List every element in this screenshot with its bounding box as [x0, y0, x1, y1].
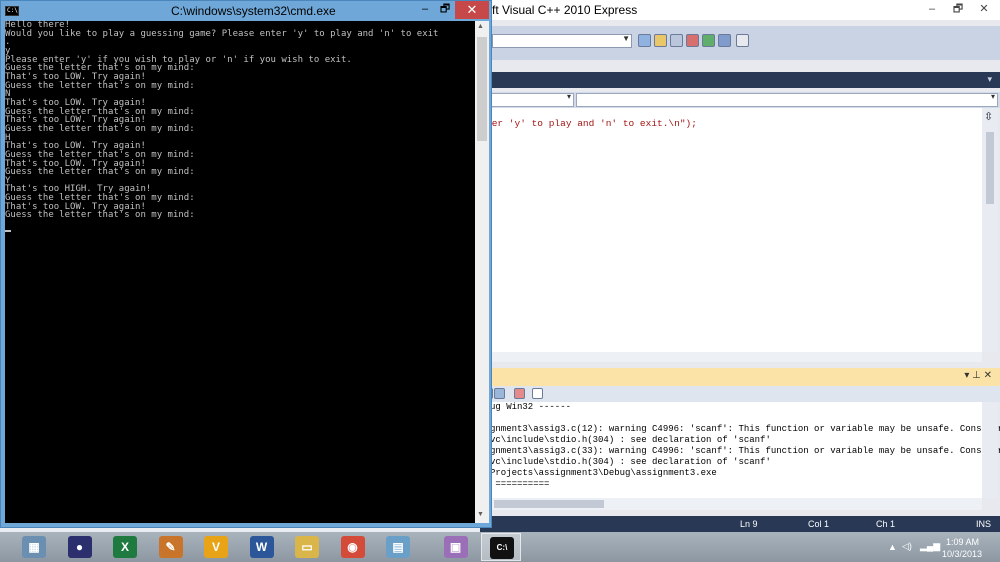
visual-studio-window: ft Visual C++ 2010 Express – 🗗 ✕ ▼ ▾ ▾ ▾… — [480, 0, 1000, 532]
excel-icon: X — [113, 536, 137, 558]
extensions-icon[interactable] — [718, 34, 731, 47]
toolbox-icon[interactable] — [686, 34, 699, 47]
cmd-icon[interactable]: C:\ — [5, 6, 19, 16]
scroll-down-icon[interactable]: ▼ — [477, 511, 484, 518]
volume-icon[interactable]: ◁) — [902, 541, 912, 552]
chevron-down-icon: ▾ — [990, 92, 995, 101]
clear-all-icon[interactable] — [514, 388, 525, 399]
taskbar: ▦ ● X ✎ V W ▭ ◉ ▤ ▣ C:\ ▲ ◁) ▂▄▆ 1:09 AM 10/3/2013 — [0, 532, 1000, 562]
taskbar-button-calculator[interactable]: ▦ — [14, 533, 54, 561]
split-view-icon[interactable]: ⇳ — [984, 110, 993, 123]
taskbar-button-vlc[interactable]: V — [196, 533, 236, 561]
cmd-scrollbar[interactable]: ▲ ▼ — [475, 21, 489, 523]
output-scrollbar[interactable] — [982, 402, 998, 498]
scrollbar-thumb[interactable] — [986, 132, 994, 204]
word-wrap-icon[interactable] — [532, 388, 543, 399]
output-text: ug Win32 ------ gnment3\assig3.c(12): wa… — [490, 402, 1000, 490]
output-horizontal-scrollbar[interactable] — [480, 498, 982, 510]
output-line: ug Win32 ------ — [490, 402, 572, 412]
vs-close-button[interactable]: ✕ — [972, 0, 996, 20]
taskbar-button-media-player[interactable]: ● — [60, 533, 100, 561]
editor-scrollbar[interactable] — [982, 108, 998, 352]
scope-dropdown[interactable]: ▾ — [480, 92, 574, 107]
code-line: ter 'y' to play and 'n' to exit.\n"); — [486, 118, 697, 129]
vs-minimize-button[interactable]: – — [920, 0, 944, 20]
find-icon[interactable] — [638, 34, 651, 47]
cmd-title-bar[interactable]: C:\ C:\windows\system32\cmd.exe – 🗗 ✕ — [1, 1, 491, 21]
network-icon[interactable]: ▂▄▆ — [920, 541, 940, 552]
vs-title-bar[interactable]: ft Visual C++ 2010 Express – 🗗 ✕ — [480, 0, 1000, 20]
word-icon: W — [249, 536, 274, 558]
output-panel-header: ▾ ⊥ ✕ — [480, 368, 1000, 386]
vs-restore-button[interactable]: 🗗 — [946, 0, 970, 20]
visual-studio-icon: ▣ — [443, 536, 468, 558]
vlc-icon: V — [204, 536, 228, 558]
properties-icon[interactable] — [670, 34, 683, 47]
show-hidden-icons-icon[interactable]: ▲ — [888, 542, 897, 552]
taskbar-button-excel[interactable]: X — [105, 533, 145, 561]
solution-explorer-icon[interactable] — [654, 34, 667, 47]
vs-status-bar: Ln 9 Col 1 Ch 1 INS — [480, 516, 1000, 532]
output-line: gnment3\assig3.c(33): warning C4996: 'sc… — [490, 446, 1000, 456]
output-line: vc\include\stdio.h(304) : see declaratio… — [490, 435, 771, 445]
chrome-icon: ◉ — [340, 536, 365, 558]
vs-window-title: ft Visual C++ 2010 Express — [492, 3, 638, 17]
output-toolbar — [480, 386, 1000, 402]
output-line: gnment3\assig3.c(12): warning C4996: 'sc… — [490, 424, 1000, 434]
solution-config-dropdown[interactable]: ▼ — [492, 34, 632, 48]
clock-time[interactable]: 1:09 AM — [946, 537, 979, 547]
start-page-icon[interactable] — [702, 34, 715, 47]
taskbar-button-notepad[interactable]: ▤ — [378, 533, 418, 561]
cmd-icon: C:\ — [490, 537, 514, 559]
cmd-restore-button[interactable]: 🗗 — [435, 1, 455, 19]
output-line: Projects\assignment3\Debug\assignment3.e… — [490, 468, 717, 478]
console-output: Hello there! Would you like to play a gu… — [5, 20, 439, 221]
status-insert-mode: INS — [976, 519, 992, 529]
cmd-close-button[interactable]: ✕ — [455, 1, 489, 19]
scrollbar-thumb[interactable] — [477, 37, 487, 141]
editor-horizontal-scrollbar[interactable] — [480, 352, 982, 362]
output-line: vc\include\stdio.h(304) : see declaratio… — [490, 457, 771, 467]
text-cursor — [5, 230, 11, 232]
cmd-minimize-button[interactable]: – — [415, 1, 435, 19]
console-area[interactable]: Hello there! Would you like to play a gu… — [5, 20, 475, 523]
member-dropdown[interactable]: ▾ — [576, 92, 998, 107]
chevron-down-icon: ▼ — [622, 34, 630, 43]
status-column: Col 1 — [808, 519, 830, 529]
taskbar-button-chrome[interactable]: ◉ — [333, 533, 373, 561]
status-line: Ln 9 — [740, 519, 758, 529]
vs-document-tabs: ▾ — [480, 72, 1000, 88]
vs-toolbar: ▼ — [480, 26, 1000, 60]
taskbar-button-word[interactable]: W — [242, 533, 282, 561]
pin-close-icon[interactable]: ▾ ⊥ ✕ — [964, 370, 992, 381]
file-explorer-icon: ▭ — [295, 536, 319, 558]
clock-date[interactable]: 10/3/2013 — [942, 549, 982, 559]
calculator-icon: ▦ — [22, 536, 46, 558]
output-line: ========== — [490, 479, 550, 489]
tab-dropdown-icon[interactable]: ▾ — [987, 74, 992, 85]
status-char: Ch 1 — [876, 519, 896, 529]
taskbar-button-paint[interactable]: ✎ — [151, 533, 191, 561]
cmd-window: C:\ C:\windows\system32\cmd.exe – 🗗 ✕ He… — [0, 0, 492, 528]
taskbar-button-visual-studio[interactable]: ▣ — [436, 533, 476, 561]
system-tray: ▲ ◁) ▂▄▆ 1:09 AM 10/3/2013 — [884, 532, 1000, 562]
vs-navigation-bar: ▾ ▾ — [480, 92, 1000, 108]
cmd-window-title: C:\windows\system32\cmd.exe — [171, 4, 336, 18]
notepad-icon: ▤ — [386, 536, 410, 558]
taskbar-button-file-explorer[interactable]: ▭ — [287, 533, 327, 561]
code-editor[interactable] — [480, 108, 982, 362]
taskbar-button-cmd[interactable]: C:\ — [481, 533, 521, 561]
window-layout-icon[interactable] — [736, 34, 749, 47]
chevron-down-icon: ▾ — [566, 92, 571, 101]
next-message-icon[interactable] — [494, 388, 505, 399]
paint-icon: ✎ — [158, 536, 183, 558]
scroll-up-icon[interactable]: ▲ — [477, 23, 484, 30]
media-player-icon: ● — [67, 536, 92, 558]
scrollbar-thumb[interactable] — [494, 500, 604, 508]
